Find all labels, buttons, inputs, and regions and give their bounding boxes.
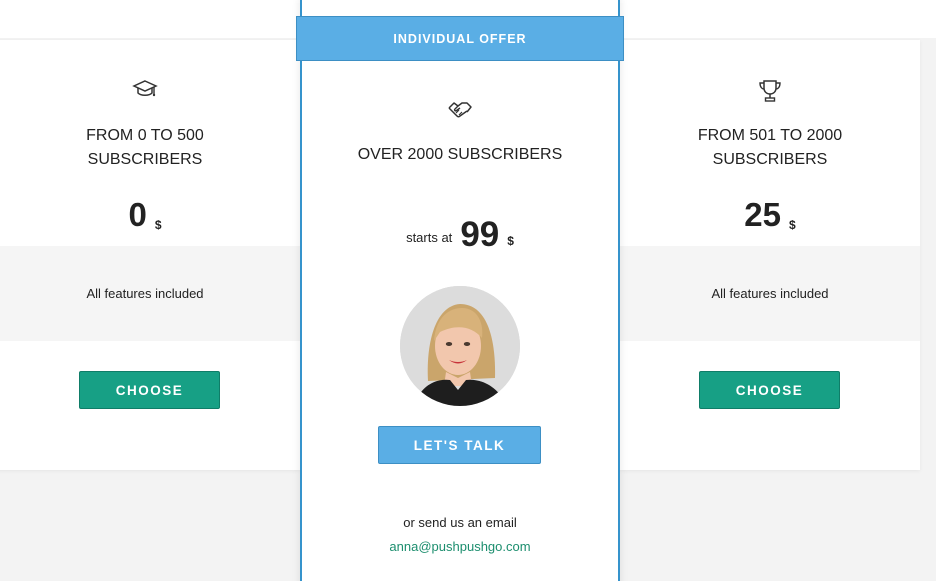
plan-price: 25 $ (620, 196, 920, 234)
plan-heading: FROM 0 TO 500 SUBSCRIBERS (0, 124, 300, 172)
plan-heading-line: FROM 0 TO 500 (86, 127, 204, 144)
graduation-cap-icon (0, 78, 300, 105)
price-value: 0 (128, 196, 147, 233)
email-prompt: or send us an email (403, 515, 517, 530)
currency-symbol: $ (507, 234, 514, 248)
features-text: All features included (711, 286, 829, 301)
price-value: 25 (744, 196, 782, 233)
plan-card-individual: OVER 2000 SUBSCRIBERS starts at 99 $ LET'S… (300, 0, 620, 581)
handshake-icon (302, 98, 618, 129)
features-text: All features included (86, 286, 204, 301)
plan-price: 0 $ (0, 196, 300, 234)
plan-heading-line: SUBSCRIBERS (87, 151, 203, 168)
pricing-section: FROM 0 TO 500 SUBSCRIBERS 0 $ All feature… (0, 0, 936, 581)
plan-heading: FROM 501 TO 2000 SUBSCRIBERS (620, 124, 920, 172)
currency-symbol: $ (789, 218, 796, 232)
plan-heading: OVER 2000 SUBSCRIBERS (357, 146, 563, 163)
features-row: All features included (620, 246, 920, 341)
price-value: 99 (460, 215, 500, 254)
plan-heading-line: SUBSCRIBERS (712, 151, 828, 168)
choose-button[interactable]: CHOOSE (79, 371, 220, 409)
contact-avatar (400, 286, 520, 406)
email-link[interactable]: anna@pushpushgo.com (302, 539, 618, 554)
choose-button[interactable]: CHOOSE (699, 371, 840, 409)
lets-talk-button[interactable]: LET'S TALK (378, 426, 541, 464)
plan-price: starts at 99 $ (302, 215, 618, 255)
plan-card-starter: FROM 0 TO 500 SUBSCRIBERS 0 $ All feature… (0, 40, 300, 470)
individual-offer-ribbon: INDIVIDUAL OFFER (296, 16, 624, 61)
plan-heading-line: FROM 501 TO 2000 (697, 127, 843, 144)
price-prefix: starts at (406, 230, 453, 245)
features-row: All features included (0, 246, 300, 341)
plan-card-growth: FROM 501 TO 2000 SUBSCRIBERS 25 $ All fea… (620, 40, 920, 470)
currency-symbol: $ (154, 218, 162, 232)
trophy-icon (620, 78, 920, 109)
